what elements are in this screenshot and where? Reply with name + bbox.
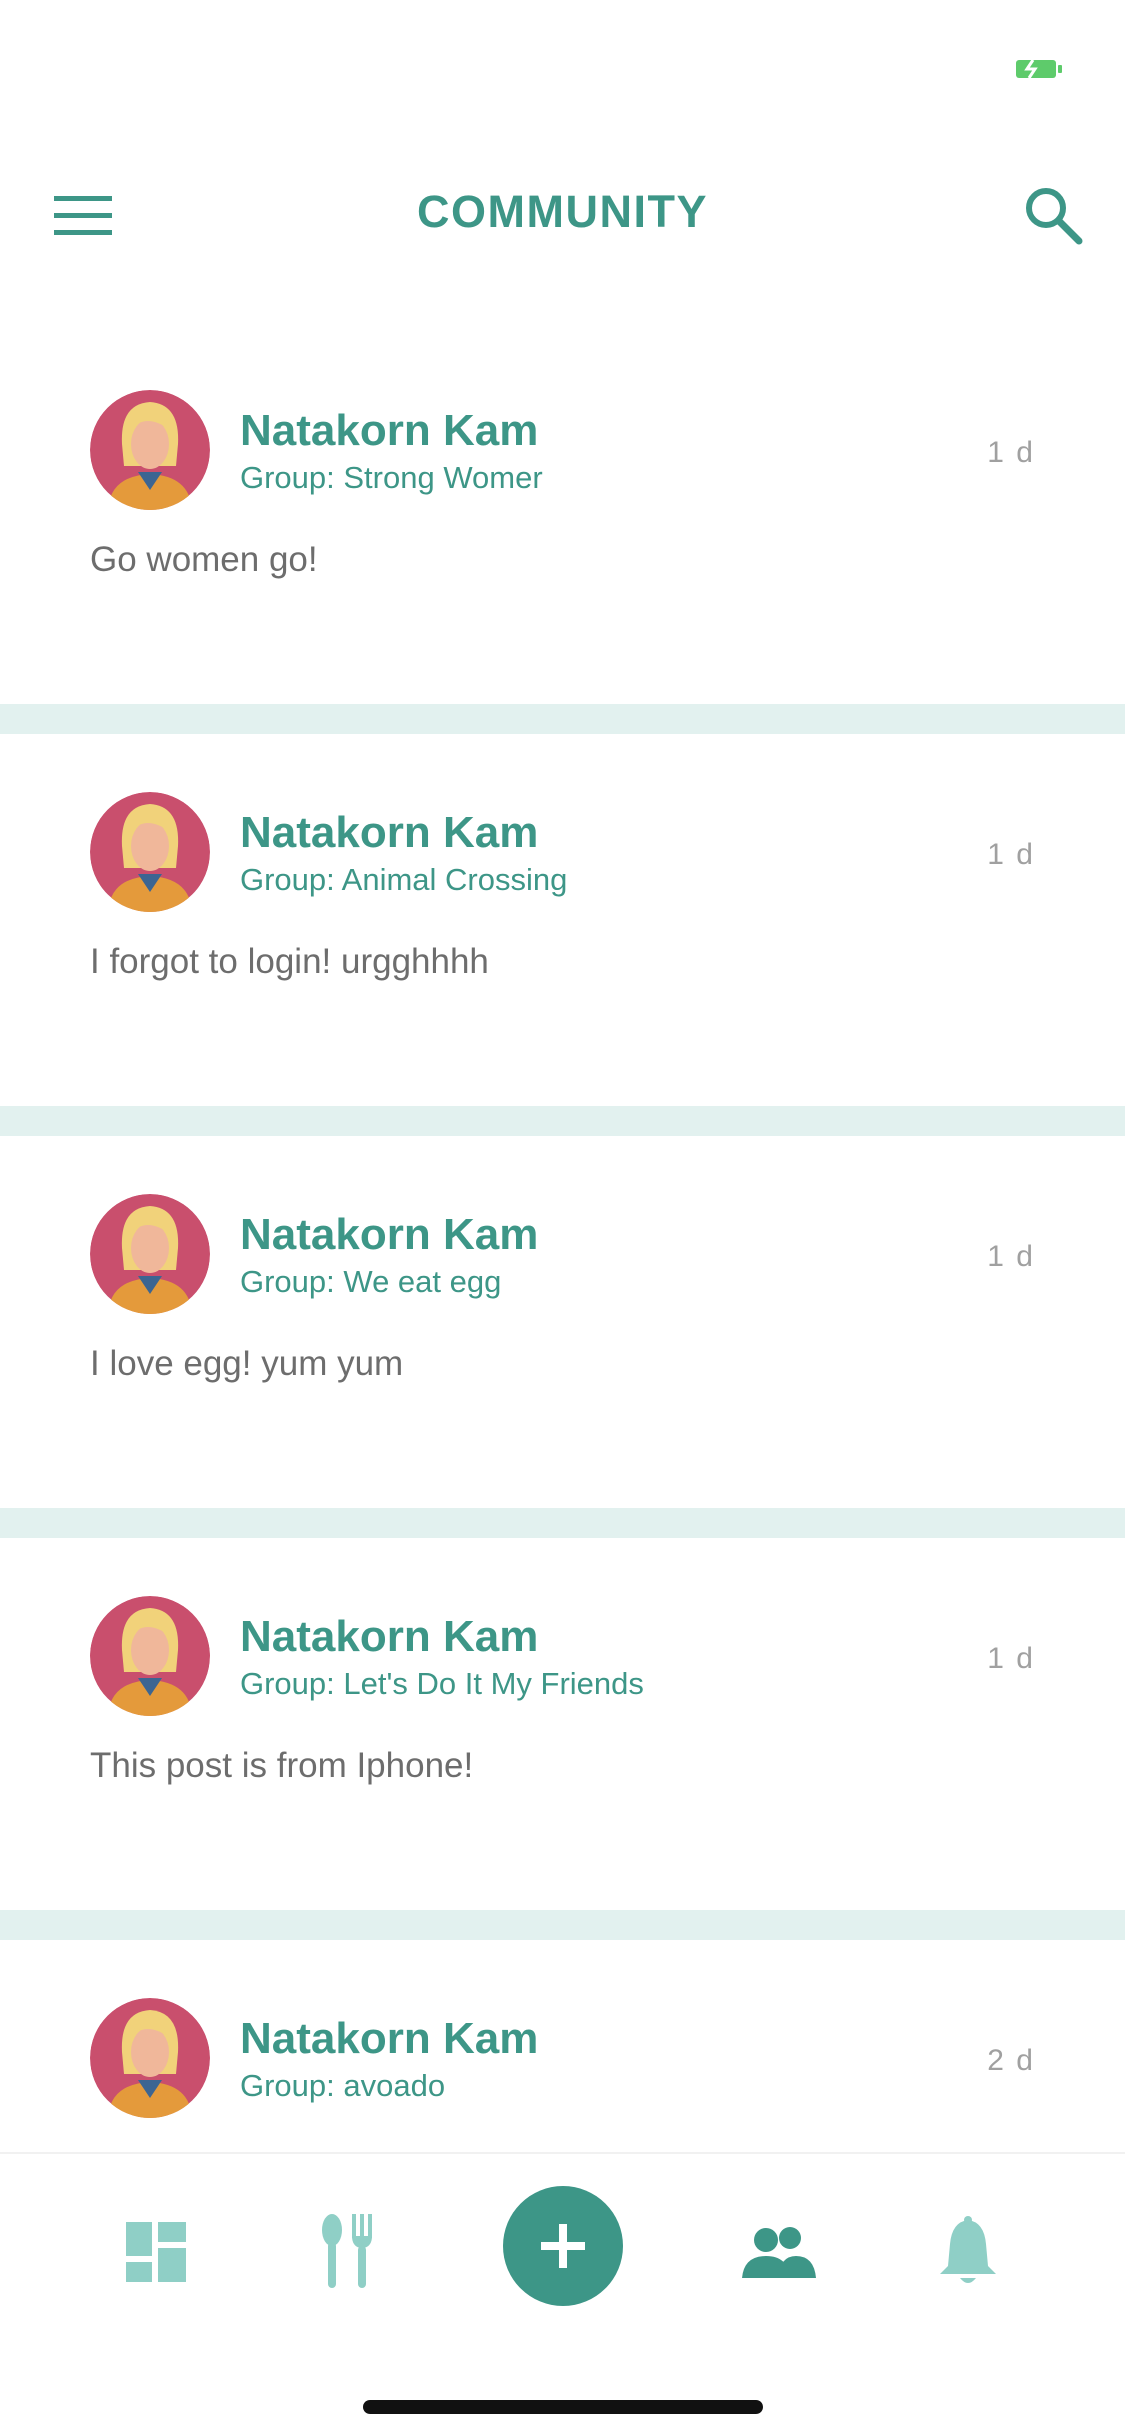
post-divider bbox=[0, 1910, 1125, 1940]
post-divider bbox=[0, 1106, 1125, 1136]
post-card[interactable]: Natakorn Kam Group: We eat egg 1 d I lov… bbox=[0, 1136, 1125, 1508]
post-group[interactable]: Group: We eat egg bbox=[240, 1264, 501, 1300]
post-card[interactable]: Natakorn Kam Group: Animal Crossing 1 d … bbox=[0, 734, 1125, 1106]
status-bar bbox=[0, 0, 1125, 132]
author-name[interactable]: Natakorn Kam bbox=[240, 2014, 538, 2064]
page-title: COMMUNITY bbox=[417, 186, 708, 237]
post-card[interactable]: Natakorn Kam Group: Strong Womer 1 d Go … bbox=[0, 332, 1125, 704]
avatar bbox=[90, 390, 210, 510]
post-group[interactable]: Group: Animal Crossing bbox=[240, 862, 567, 898]
avatar bbox=[90, 792, 210, 912]
battery-icon bbox=[1016, 59, 1062, 79]
bottom-nav bbox=[0, 2152, 1125, 2436]
post-body: Go women go! bbox=[90, 540, 318, 579]
author-name[interactable]: Natakorn Kam bbox=[240, 1210, 538, 1260]
post-time: 1 d bbox=[987, 838, 1035, 871]
home-indicator bbox=[363, 2400, 763, 2414]
avatar bbox=[90, 1194, 210, 1314]
add-icon bbox=[541, 2224, 585, 2268]
search-icon[interactable] bbox=[1022, 184, 1084, 246]
avatar bbox=[90, 1998, 210, 2118]
post-time: 1 d bbox=[987, 1642, 1035, 1675]
add-post-button[interactable] bbox=[503, 2186, 623, 2306]
author-name[interactable]: Natakorn Kam bbox=[240, 808, 538, 858]
post-body: I forgot to login! urgghhhh bbox=[90, 942, 489, 981]
community-screen: COMMUNITY Natakorn Kam Group: Strong Wom… bbox=[0, 0, 1125, 2436]
post-body: I love egg! yum yum bbox=[90, 1344, 404, 1383]
post-time: 1 d bbox=[987, 436, 1035, 469]
dashboard-icon[interactable] bbox=[116, 2212, 196, 2292]
author-name[interactable]: Natakorn Kam bbox=[240, 1612, 538, 1662]
post-card[interactable]: Natakorn Kam Group: Let's Do It My Frien… bbox=[0, 1538, 1125, 1910]
post-body: This post is from Iphone! bbox=[90, 1746, 474, 1785]
post-group[interactable]: Group: Strong Womer bbox=[240, 460, 543, 496]
post-group[interactable]: Group: Let's Do It My Friends bbox=[240, 1666, 644, 1702]
post-time: 1 d bbox=[987, 1240, 1035, 1273]
post-time: 2 d bbox=[987, 2044, 1035, 2077]
app-header: COMMUNITY bbox=[0, 160, 1125, 270]
food-icon[interactable] bbox=[308, 2212, 388, 2292]
post-divider bbox=[0, 704, 1125, 734]
bell-icon[interactable] bbox=[928, 2212, 1008, 2292]
avatar bbox=[90, 1596, 210, 1716]
post-feed: Natakorn Kam Group: Strong Womer 1 d Go … bbox=[0, 332, 1125, 2152]
author-name[interactable]: Natakorn Kam bbox=[240, 406, 538, 456]
post-group[interactable]: Group: avoado bbox=[240, 2068, 445, 2104]
community-icon[interactable] bbox=[738, 2212, 818, 2292]
post-divider bbox=[0, 1508, 1125, 1538]
post-card[interactable]: Natakorn Kam Group: avoado 2 d bbox=[0, 1940, 1125, 2152]
